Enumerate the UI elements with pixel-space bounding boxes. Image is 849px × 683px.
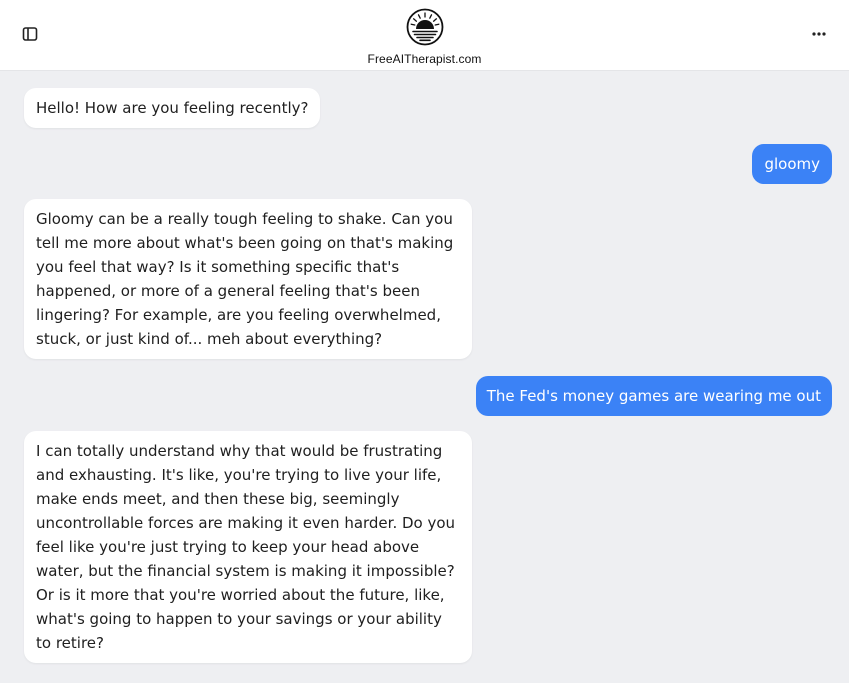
brand: FreeAITherapist.com xyxy=(0,8,849,66)
user-message: The Fed's money games are wearing me out xyxy=(475,376,832,416)
user-message: gloomy xyxy=(752,144,832,184)
assistant-message: Hello! How are you feeling recently? xyxy=(24,88,321,128)
site-name: FreeAITherapist.com xyxy=(367,52,482,66)
more-horizontal-icon[interactable] xyxy=(807,22,831,46)
sunrise-logo-icon xyxy=(406,8,443,46)
app-header: FreeAITherapist.com xyxy=(0,0,849,71)
chat-thread: Hello! How are you feeling recently? glo… xyxy=(0,71,849,683)
assistant-message: Gloomy can be a really tough feeling to … xyxy=(24,199,472,359)
assistant-message: I can totally understand why that would … xyxy=(24,431,472,663)
